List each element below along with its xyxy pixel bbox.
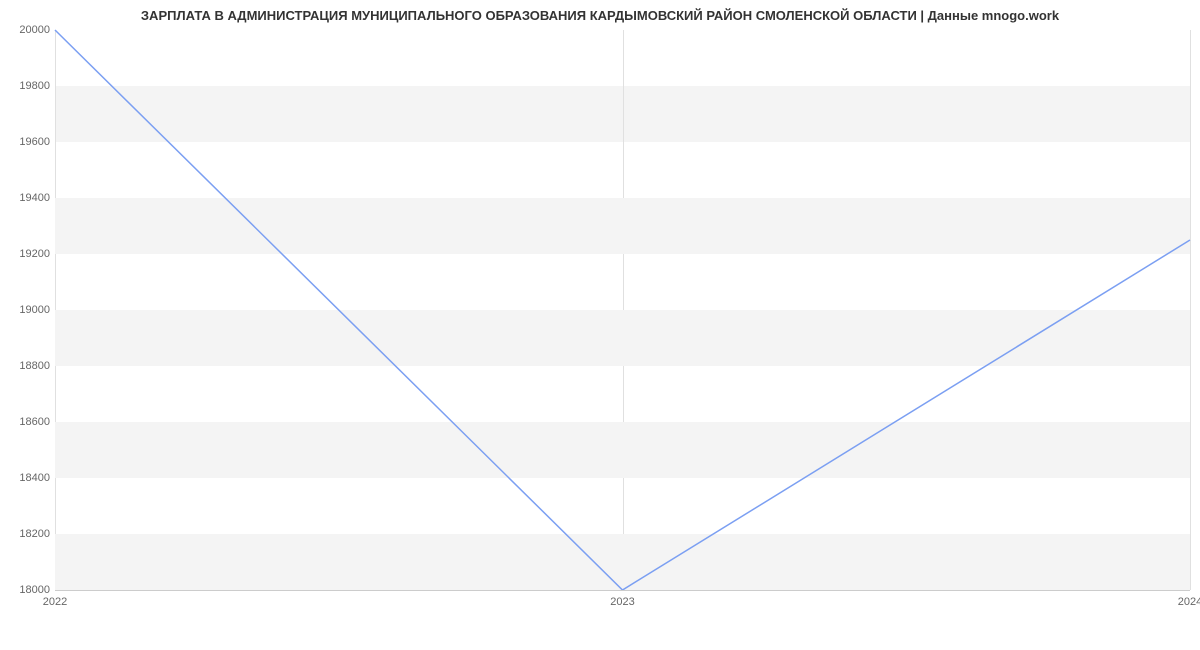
y-tick-label: 19000 [5, 304, 50, 316]
x-tick-label: 2024 [1178, 596, 1200, 608]
chart-container: ЗАРПЛАТА В АДМИНИСТРАЦИЯ МУНИЦИПАЛЬНОГО … [0, 0, 1200, 650]
y-tick-label: 18200 [5, 528, 50, 540]
y-tick-label: 18800 [5, 360, 50, 372]
x-tick-label: 2023 [610, 596, 634, 608]
grid-line-vertical [1190, 30, 1191, 590]
y-tick-label: 20000 [5, 24, 50, 36]
y-tick-label: 19200 [5, 248, 50, 260]
y-tick-label: 19600 [5, 136, 50, 148]
data-line [55, 30, 1190, 590]
y-tick-label: 18400 [5, 472, 50, 484]
y-tick-label: 18000 [5, 584, 50, 596]
y-tick-label: 19800 [5, 80, 50, 92]
y-tick-label: 18600 [5, 416, 50, 428]
plot-area [55, 30, 1190, 590]
x-tick-label: 2022 [43, 596, 67, 608]
line-chart-svg [55, 30, 1190, 590]
x-axis-line [55, 590, 1190, 591]
chart-title: ЗАРПЛАТА В АДМИНИСТРАЦИЯ МУНИЦИПАЛЬНОГО … [0, 8, 1200, 23]
y-tick-label: 19400 [5, 192, 50, 204]
